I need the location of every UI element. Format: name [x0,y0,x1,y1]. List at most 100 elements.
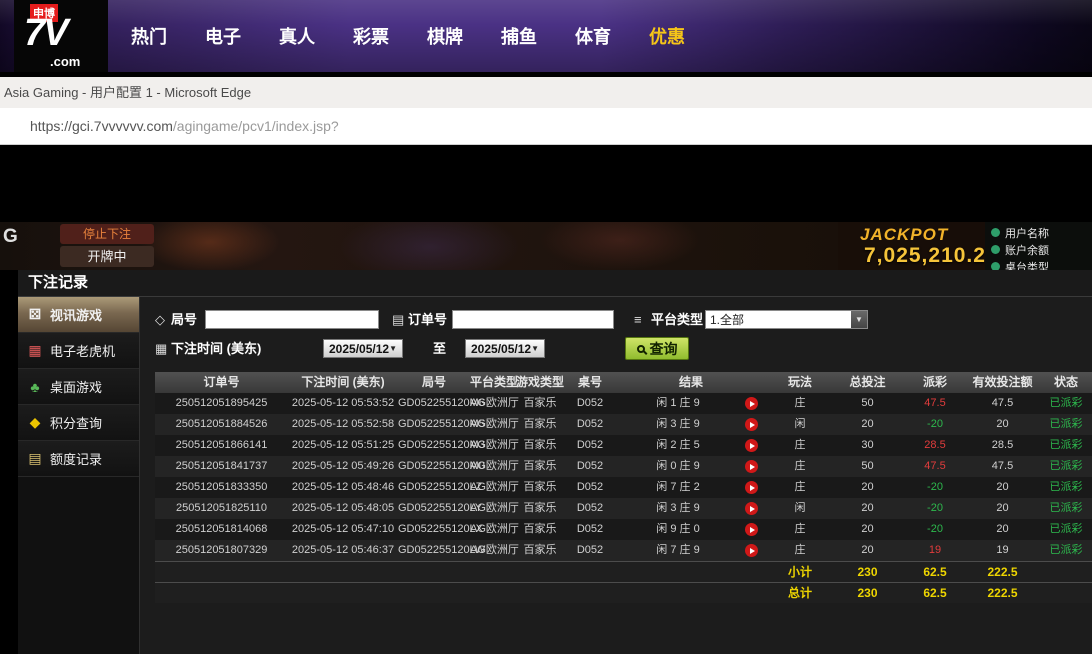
platform-type-select[interactable]: 1.全部 ▼ [705,310,868,329]
cell-status: 已派彩 [1040,435,1092,456]
cell-order-no: 250512051866141 [155,435,288,456]
nav-item-board-games[interactable]: 棋牌 [408,23,482,49]
order-number-icon: ▤ [392,312,404,327]
order-number-input[interactable] [452,310,614,329]
cell-play: 闲 [770,498,830,519]
nav-item-promotions[interactable]: 优惠 [630,23,704,49]
cell-round-no: GD052255120LW [398,540,470,561]
replay-icon[interactable] [745,397,758,410]
cell-payout: -20 [905,498,965,519]
play-triangle [750,443,755,449]
cards-dice-icon: ⚄ [27,306,43,323]
summary-value: 230 [830,583,905,603]
bet-record-row: 2505120518845262025-05-12 05:52:58GD0522… [155,414,1092,435]
nav-item-live[interactable]: 真人 [260,23,334,49]
cell-total-bet: 20 [830,540,905,561]
cell-valid-bet: 47.5 [965,393,1040,414]
platform-type-icon: ≡ [634,312,642,327]
cell-play: 庄 [770,519,830,540]
cell-result: 闲 7 庄 9 [612,540,770,561]
summary-value: 62.5 [905,583,965,603]
replay-icon[interactable] [745,460,758,473]
cell-table-no: D052 [568,435,612,456]
replay-icon[interactable] [745,481,758,494]
cell-game-type: 百家乐 [512,519,568,540]
round-number-label: 局号 [171,310,197,329]
cell-order-no: 250512051833350 [155,477,288,498]
bet-record-row: 2505120518073292025-05-12 05:46:37GD0522… [155,540,1092,561]
cell-result: 闲 3 庄 9 [612,414,770,435]
user-panel-row-account-balance: 账户余额 [985,241,1092,258]
cell-result: 闲 9 庄 0 [612,519,770,540]
cell-result: 闲 1 庄 9 [612,393,770,414]
replay-icon[interactable] [745,439,758,452]
result-text: 闲 0 庄 9 [656,456,699,477]
nav-item-fishing[interactable]: 捕鱼 [482,23,556,49]
bet-time-label: 下注时间 (美东) [171,339,261,358]
search-icon [637,345,645,353]
browser-addressbar[interactable]: https://gci.7vvvvvv.com/agingame/pcv1/in… [0,108,1092,145]
sidebar-item-label: 额度记录 [50,449,102,468]
cell-table-no: D052 [568,393,612,414]
chevron-down-icon: ▼ [531,344,539,353]
sidebar-item-slot-machines[interactable]: ▦电子老虎机 [18,333,139,369]
search-button[interactable]: 查询 [625,337,689,360]
cell-game-type: 百家乐 [512,456,568,477]
cell-round-no: GD052255120M6 [398,393,470,414]
cell-bet-time: 2025-05-12 05:52:58 [288,414,398,435]
jackpot-display: JACKPOT 7,025,210.2 [838,222,986,270]
cell-bet-time: 2025-05-12 05:53:52 [288,393,398,414]
cell-bet-time: 2025-05-12 05:47:10 [288,519,398,540]
date-from-picker[interactable]: 2025/05/12 ▼ [323,339,403,358]
cell-payout: 47.5 [905,393,965,414]
cell-round-no: GD052255120M0 [398,456,470,477]
screen: 申博 7V .com 热门电子真人彩票棋牌捕鱼体育优惠 Asia Gaming … [0,0,1092,654]
cell-status: 已派彩 [1040,477,1092,498]
play-triangle [750,401,755,407]
subtotal-row: 小计23062.5222.5 [155,561,1092,582]
cell-status: 已派彩 [1040,540,1092,561]
summary-label: 小计 [770,562,830,582]
sidebar-item-quota-records[interactable]: ▤额度记录 [18,441,139,477]
play-triangle [750,506,755,512]
user-info-panel: 用户名称账户余额桌台类型 [985,222,1092,270]
date-to-picker[interactable]: 2025/05/12 ▼ [465,339,545,358]
site-logo[interactable]: 申博 7V .com [14,0,108,72]
nav-item-lottery[interactable]: 彩票 [334,23,408,49]
replay-icon[interactable] [745,502,758,515]
replay-icon[interactable] [745,544,758,557]
cell-play: 庄 [770,456,830,477]
column-header: 局号 [398,372,470,393]
sidebar-item-video-games[interactable]: ⚄视讯游戏 [18,297,139,333]
replay-icon[interactable] [745,523,758,536]
cell-total-bet: 20 [830,498,905,519]
nav-item-hot[interactable]: 热门 [112,23,186,49]
cell-game-type: 百家乐 [512,435,568,456]
nav-item-sports[interactable]: 体育 [556,23,630,49]
user-name-label: 用户名称 [1005,225,1049,241]
column-header: 有效投注额 [965,372,1040,393]
cell-play: 庄 [770,540,830,561]
column-header: 总投注 [830,372,905,393]
game-banner: G 停止下注 开牌中 JACKPOT 7,025,210.2 用户名称账户余额桌… [0,222,1092,270]
sidebar-item-table-games[interactable]: ♣桌面游戏 [18,369,139,405]
column-header: 派彩 [905,372,965,393]
cell-bet-time: 2025-05-12 05:48:05 [288,498,398,519]
result-text: 闲 2 庄 5 [656,435,699,456]
cell-order-no: 250512051841737 [155,456,288,477]
bet-record-row: 2505120518954252025-05-12 05:53:52GD0522… [155,393,1092,414]
replay-icon[interactable] [745,418,758,431]
cell-game-type: 百家乐 [512,540,568,561]
cell-play: 庄 [770,435,830,456]
nav-item-slots[interactable]: 电子 [186,23,260,49]
round-number-input[interactable] [205,310,379,329]
cell-bet-time: 2025-05-12 05:51:25 [288,435,398,456]
cell-result: 闲 2 庄 5 [612,435,770,456]
summary-label: 总计 [770,583,830,603]
sidebar-item-points-query[interactable]: ◆积分查询 [18,405,139,441]
jackpot-value: 7,025,210.2 [864,244,986,268]
cell-result: 闲 7 庄 2 [612,477,770,498]
cell-platform: AG欧洲厅 [470,519,512,540]
cell-result: 闲 0 庄 9 [612,456,770,477]
order-number-label: 订单号 [408,310,447,329]
